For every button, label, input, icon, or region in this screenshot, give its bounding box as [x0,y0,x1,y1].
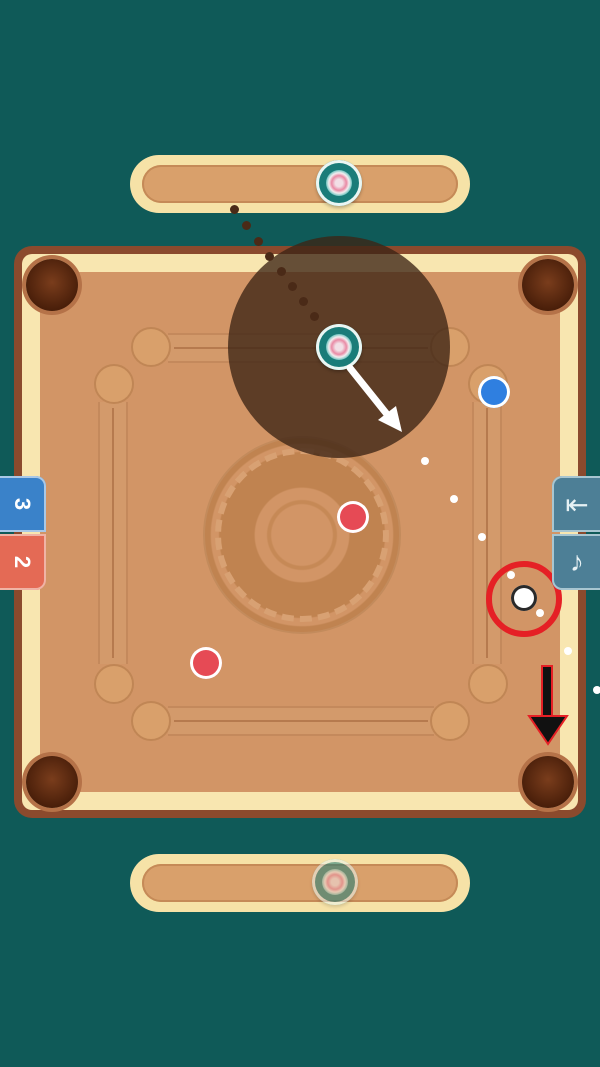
baseline-circle [94,364,134,404]
player-striker-icon[interactable] [312,859,358,905]
baseline-circle [468,664,508,704]
score-red-value: 2 [10,555,35,569]
trajectory-dot [299,297,308,306]
center-mandala [203,436,401,634]
aim-direction-arrow-icon [346,364,402,432]
baseline-bottom [168,706,434,736]
trajectory-dot [310,312,319,321]
top-player-rail [130,155,470,213]
bottom-player-rail [130,854,470,912]
guide-dot [564,647,572,655]
red-coin[interactable] [337,501,369,533]
exit-button[interactable]: ⇤ [552,476,600,532]
trajectory-dot [288,282,297,291]
pocket-bottom-right [522,756,574,808]
pocket-top-left [26,259,78,311]
trajectory-dot [230,205,239,214]
score-blue-value: 3 [10,497,35,511]
baseline-circle [430,701,470,741]
baseline-left [98,402,128,664]
top-rail-track [142,165,458,203]
trajectory-dot [254,237,263,246]
guide-dot [421,457,429,465]
music-button[interactable]: ♪ [552,534,600,590]
baseline-circle [131,701,171,741]
bottom-rail-track [142,864,458,902]
score-red: 2 [0,534,46,590]
baseline-circle [94,664,134,704]
trajectory-dot [277,267,286,276]
baseline-circle [131,327,171,367]
target-highlight-ring [486,561,562,637]
exit-door-icon: ⇤ [565,488,589,520]
guide-dot [450,495,458,503]
score-blue: 3 [0,476,46,532]
arrow-down-icon [527,665,569,746]
guide-dot [478,533,486,541]
trajectory-dot [242,221,251,230]
trajectory-dot [265,252,274,261]
pocket-bottom-left [26,756,78,808]
opponent-striker-icon [316,160,362,206]
pocket-top-right [522,259,574,311]
guide-dot [593,686,600,694]
red-coin[interactable] [190,647,222,679]
blue-coin[interactable] [478,376,510,408]
music-note-icon: ♪ [570,546,584,577]
